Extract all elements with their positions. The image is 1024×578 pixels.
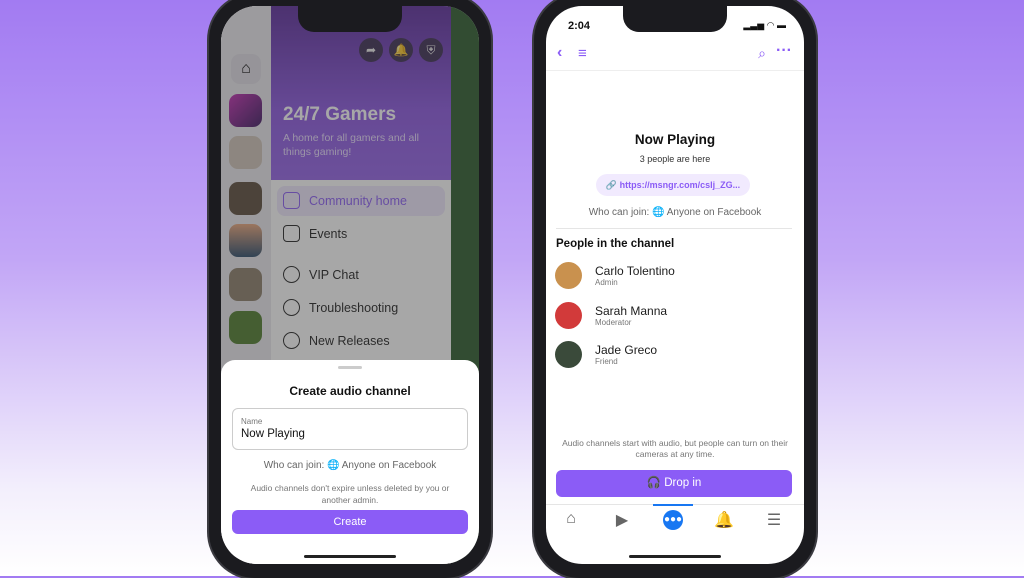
name-field[interactable]: Name Now Playing bbox=[232, 408, 468, 450]
home-icon[interactable]: ⌂ bbox=[561, 510, 581, 530]
avatar bbox=[555, 262, 582, 289]
who-can-join[interactable]: Who can join: 🌐 Anyone on Facebook bbox=[221, 460, 479, 471]
link-text: https://msngr.com/cslj_ZG... bbox=[619, 180, 741, 190]
divider bbox=[546, 70, 804, 71]
right-screen: 2:04 ▂▃▅ ◠ ▬ ‹ ≡ ⌕ ··· Now Playing 3 peo… bbox=[546, 6, 804, 564]
active-tab-indicator bbox=[653, 504, 693, 506]
name-label: Name bbox=[241, 417, 263, 426]
menu-icon[interactable]: ☰ bbox=[764, 510, 784, 530]
drag-handle[interactable] bbox=[338, 366, 362, 369]
who-label: Who can join: bbox=[263, 460, 325, 471]
notch bbox=[298, 6, 402, 32]
status-time: 2:04 bbox=[568, 20, 591, 32]
who-value: Anyone on Facebook bbox=[341, 460, 437, 471]
avatar bbox=[555, 302, 582, 329]
audio-note: Audio channels start with audio, but peo… bbox=[562, 438, 788, 459]
create-button[interactable]: Create bbox=[232, 510, 468, 534]
groups-icon[interactable]: ●●● bbox=[663, 510, 683, 530]
notch bbox=[623, 6, 727, 32]
more-icon[interactable]: ··· bbox=[776, 42, 792, 60]
create-audio-channel-sheet: Create audio channel Name Now Playing Wh… bbox=[221, 360, 479, 564]
home-indicator bbox=[629, 555, 721, 558]
section-title: People in the channel bbox=[556, 238, 675, 250]
who-can-join[interactable]: Who can join: 🌐 Anyone on Facebook bbox=[546, 207, 804, 218]
divider bbox=[556, 228, 792, 229]
person-name: Jade Greco bbox=[595, 343, 658, 357]
home-indicator bbox=[304, 555, 396, 558]
globe-icon: 🌐 bbox=[327, 460, 340, 471]
person-name: Sarah Manna bbox=[595, 304, 668, 318]
link-icon: 🔗 bbox=[605, 180, 618, 190]
menu-button[interactable]: ≡ bbox=[578, 45, 587, 62]
person-role: Admin bbox=[595, 278, 618, 287]
globe-icon: 🌐 bbox=[652, 207, 665, 218]
drop-in-button[interactable]: 🎧 Drop in bbox=[556, 470, 792, 497]
person-row[interactable]: Sarah Manna Moderator bbox=[555, 302, 667, 329]
search-icon[interactable]: ⌕ bbox=[758, 45, 766, 62]
headphones-icon: 🎧 bbox=[646, 477, 662, 489]
who-value: Anyone on Facebook bbox=[666, 207, 762, 218]
left-screen: ⌂ ➦ 🔔 ⛨ 24/7 Gamers A home for all gamer… bbox=[221, 6, 479, 564]
person-row[interactable]: Jade Greco Friend bbox=[555, 341, 657, 368]
name-value: Now Playing bbox=[241, 428, 305, 440]
people-count: 3 people are here bbox=[639, 154, 711, 164]
sheet-note: Audio channels don't expire unless delet… bbox=[250, 483, 450, 505]
sheet-title: Create audio channel bbox=[289, 384, 411, 398]
person-role: Friend bbox=[595, 357, 618, 366]
right-phone: 2:04 ▂▃▅ ◠ ▬ ‹ ≡ ⌕ ··· Now Playing 3 peo… bbox=[534, 0, 816, 578]
channel-title: Now Playing bbox=[634, 132, 716, 147]
channel-link[interactable]: 🔗 https://msngr.com/cslj_ZG... bbox=[596, 174, 750, 196]
left-phone: ⌂ ➦ 🔔 ⛨ 24/7 Gamers A home for all gamer… bbox=[209, 0, 491, 578]
bell-icon[interactable]: 🔔 bbox=[714, 510, 734, 530]
tab-bar: ⌂ ▶ ●●● 🔔 ☰ bbox=[546, 504, 804, 544]
who-label: Who can join: bbox=[588, 207, 650, 218]
back-button[interactable]: ‹ bbox=[557, 44, 562, 62]
person-row[interactable]: Carlo Tolentino Admin bbox=[555, 262, 675, 289]
status-icons: ▂▃▅ ◠ ▬ bbox=[743, 20, 786, 30]
video-icon[interactable]: ▶ bbox=[612, 510, 632, 530]
person-name: Carlo Tolentino bbox=[595, 264, 675, 278]
avatar bbox=[555, 341, 582, 368]
person-role: Moderator bbox=[595, 318, 632, 327]
drop-in-label: Drop in bbox=[664, 477, 702, 489]
